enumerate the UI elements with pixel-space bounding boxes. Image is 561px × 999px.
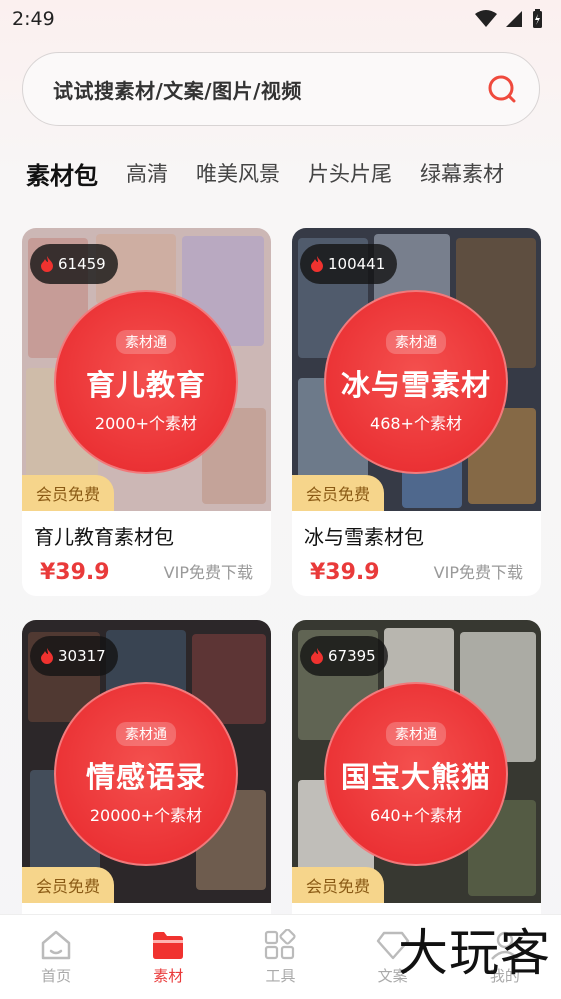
circle-tag: 素材通 [386,722,446,746]
circle-tag: 素材通 [116,330,176,354]
nav-label: 工具 [265,966,296,985]
heat-badge: 100441 [300,244,398,284]
circle-title: 育儿教育 [85,368,206,402]
member-free-badge: 会员免费 [292,475,385,511]
nav-label: 素材 [153,966,184,985]
card-vip-text: VIP免费下载 [433,563,523,582]
search-icon[interactable] [487,74,517,104]
card-circle: 素材通 国宝大熊猫 640+个素材 [324,682,508,866]
battery-icon [533,9,542,28]
search-input[interactable]: 试试搜素材/文案/图片/视频 [53,75,487,104]
circle-title: 国宝大熊猫 [340,760,491,794]
circle-count: 2000+个素材 [94,414,198,433]
card-circle: 素材通 育儿教育 2000+个素材 [54,290,238,474]
card-thumbnail: 67395 素材通 国宝大熊猫 640+个素材 会员免费 [292,620,541,903]
circle-tag: 素材通 [386,330,446,354]
card-vip-text: VIP免费下载 [163,563,253,582]
home-icon [41,930,71,959]
heat-badge: 61459 [30,244,118,284]
card-circle: 素材通 情感语录 20000+个素材 [54,682,238,866]
card-thumbnail: 30317 素材通 情感语录 20000+个素材 会员免费 [22,620,271,903]
circle-title: 冰与雪素材 [340,368,491,402]
circle-tag: 素材通 [116,722,176,746]
heat-count: 67395 [328,647,376,665]
nav-tools[interactable]: 工具 [224,928,336,986]
heat-badge: 30317 [30,636,118,676]
material-card[interactable]: 61459 素材通 育儿教育 2000+个素材 会员免费 育儿教育素材包 ¥39… [22,228,271,596]
tab-green-screen[interactable]: 绿幕素材 [420,158,504,188]
material-card[interactable]: 100441 素材通 冰与雪素材 468+个素材 会员免费 冰与雪素材包 ¥39… [292,228,541,596]
nav-label: 首页 [41,966,72,985]
tab-material-pack[interactable]: 素材包 [26,156,98,191]
circle-count: 640+个素材 [370,806,462,825]
status-icons [475,9,543,29]
fire-icon [41,648,53,664]
folder-icon [153,931,184,959]
member-free-badge: 会员免费 [292,867,385,903]
nav-home[interactable]: 首页 [0,929,112,986]
grid-icon [265,928,297,959]
fire-icon [41,256,53,272]
fire-icon [311,256,323,272]
member-free-badge: 会员免费 [22,475,115,511]
search-bar[interactable]: 试试搜素材/文案/图片/视频 [22,52,540,126]
fire-icon [311,648,323,664]
member-free-badge: 会员免费 [22,867,115,903]
card-name: 育儿教育素材包 [34,525,174,549]
tab-hd[interactable]: 高清 [126,158,168,188]
status-time: 2:49 [12,8,55,30]
card-price: ¥39.9 [40,560,110,585]
card-thumbnail: 61459 素材通 育儿教育 2000+个素材 会员免费 [22,228,271,511]
wifi-icon [475,10,497,27]
category-tabs: 素材包 高清 唯美风景 片头片尾 绿幕素材 [0,150,561,196]
circle-count: 20000+个素材 [89,806,203,825]
nav-material[interactable]: 素材 [112,929,224,986]
heat-badge: 67395 [300,636,388,676]
circle-count: 468+个素材 [370,414,462,433]
status-bar: 2:49 [0,0,561,38]
card-name: 冰与雪素材包 [304,525,424,549]
tab-scenery[interactable]: 唯美风景 [196,158,280,188]
tab-intro-outro[interactable]: 片头片尾 [308,158,392,188]
card-thumbnail: 100441 素材通 冰与雪素材 468+个素材 会员免费 [292,228,541,511]
heat-count: 100441 [328,255,386,273]
card-circle: 素材通 冰与雪素材 468+个素材 [324,290,508,474]
card-price: ¥39.9 [310,560,380,585]
watermark: 大玩客 [398,924,551,982]
heat-count: 30317 [58,647,106,665]
circle-title: 情感语录 [85,760,206,794]
signal-icon [506,11,522,27]
heat-count: 61459 [58,255,106,273]
